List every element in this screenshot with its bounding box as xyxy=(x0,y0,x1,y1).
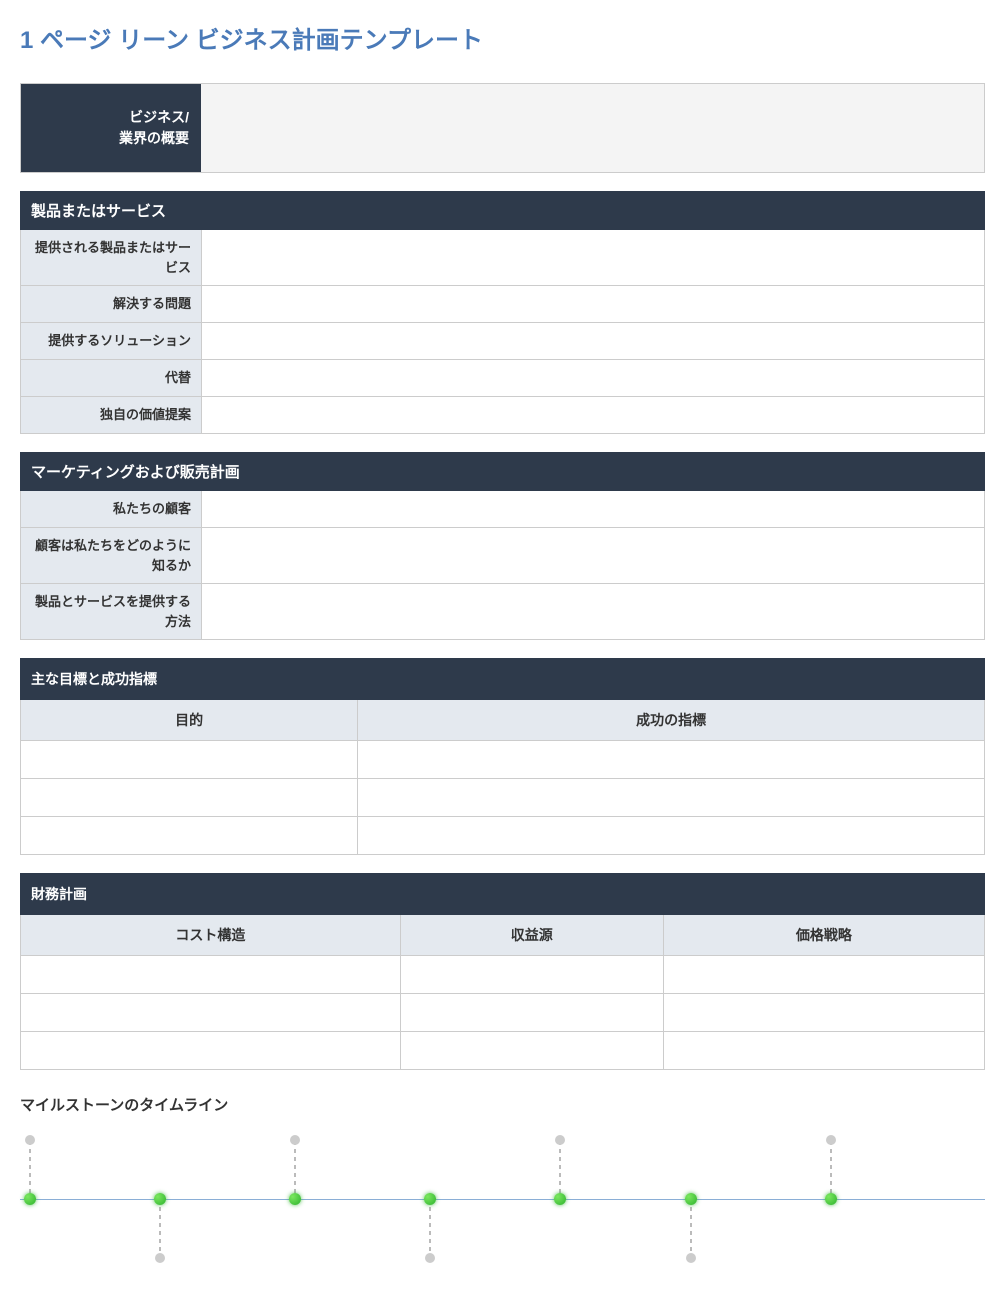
marketing-sales-row: 製品とサービスを提供する方法 xyxy=(20,584,985,640)
milestone-point-icon xyxy=(825,1193,837,1205)
product-service-row-label: 提供される製品またはサービス xyxy=(21,230,201,285)
milestone-end-dot xyxy=(25,1135,35,1145)
milestone-end-dot xyxy=(155,1253,165,1263)
product-service-row-label: 提供するソリューション xyxy=(21,323,201,359)
objectives-cell[interactable] xyxy=(358,741,985,779)
product-service-row: 解決する問題 xyxy=(20,286,985,323)
objectives-row xyxy=(21,741,985,779)
milestone-end-dot xyxy=(425,1253,435,1263)
milestone-end-dot xyxy=(555,1135,565,1145)
financial-row xyxy=(21,994,985,1032)
milestone-stem xyxy=(830,1141,832,1199)
milestone-stem xyxy=(429,1199,431,1257)
marketing-sales-section: マーケティングおよび販売計画 私たちの顧客顧客は私たちをどのように知るか製品とサ… xyxy=(20,452,985,640)
marketing-sales-row-value[interactable] xyxy=(201,528,984,583)
marketing-sales-row-label: 製品とサービスを提供する方法 xyxy=(21,584,201,639)
product-service-row-value[interactable] xyxy=(201,286,984,322)
product-service-header: 製品またはサービス xyxy=(20,191,985,230)
product-service-row: 提供するソリューション xyxy=(20,323,985,360)
financial-col-2: 価格戦略 xyxy=(663,915,984,956)
marketing-sales-row: 私たちの顧客 xyxy=(20,491,985,528)
objectives-row xyxy=(21,817,985,855)
marketing-sales-row-label: 顧客は私たちをどのように知るか xyxy=(21,528,201,583)
product-service-row-label: 代替 xyxy=(21,360,201,396)
financial-cell[interactable] xyxy=(663,994,984,1032)
financial-col-0: コスト構造 xyxy=(21,915,401,956)
financial-header: 財務計画 xyxy=(21,874,985,915)
product-service-row: 提供される製品またはサービス xyxy=(20,230,985,286)
objectives-cell[interactable] xyxy=(358,779,985,817)
financial-cell[interactable] xyxy=(400,994,663,1032)
overview-value[interactable] xyxy=(201,84,984,172)
financial-cell[interactable] xyxy=(400,956,663,994)
milestone-point-icon xyxy=(424,1193,436,1205)
marketing-sales-row-label: 私たちの顧客 xyxy=(21,491,201,527)
milestone-end-dot xyxy=(686,1253,696,1263)
product-service-row-value[interactable] xyxy=(201,360,984,396)
milestone-point-icon xyxy=(685,1193,697,1205)
product-service-row-value[interactable] xyxy=(201,323,984,359)
financial-cell[interactable] xyxy=(400,1032,663,1070)
product-service-section: 製品またはサービス 提供される製品またはサービス解決する問題提供するソリューショ… xyxy=(20,191,985,434)
financial-row xyxy=(21,956,985,994)
marketing-sales-row-value[interactable] xyxy=(201,491,984,527)
financial-cell[interactable] xyxy=(663,1032,984,1070)
product-service-row-value[interactable] xyxy=(201,397,984,433)
objectives-cell[interactable] xyxy=(21,779,358,817)
milestone-point-icon xyxy=(154,1193,166,1205)
financial-cell[interactable] xyxy=(21,956,401,994)
objectives-col-0: 目的 xyxy=(21,700,358,741)
marketing-sales-header: マーケティングおよび販売計画 xyxy=(20,452,985,491)
financial-col-1: 収益源 xyxy=(400,915,663,956)
objectives-header: 主な目標と成功指標 xyxy=(21,659,985,700)
milestone-end-dot xyxy=(826,1135,836,1145)
page-title: 1 ページ リーン ビジネス計画テンプレート xyxy=(20,20,985,55)
marketing-sales-row: 顧客は私たちをどのように知るか xyxy=(20,528,985,584)
objectives-cell[interactable] xyxy=(21,741,358,779)
overview-label: ビジネス/業界の概要 xyxy=(21,84,201,172)
product-service-row-label: 独自の価値提案 xyxy=(21,397,201,433)
milestone-point-icon xyxy=(554,1193,566,1205)
product-service-row: 代替 xyxy=(20,360,985,397)
milestone-stem xyxy=(29,1141,31,1199)
timeline-title: マイルストーンのタイムライン xyxy=(20,1094,985,1115)
milestone-stem xyxy=(559,1141,561,1199)
financial-row xyxy=(21,1032,985,1070)
milestone-stem xyxy=(690,1199,692,1257)
financial-cell[interactable] xyxy=(21,994,401,1032)
financial-section: 財務計画 コスト構造 収益源 価格戦略 xyxy=(20,873,985,1070)
overview-section: ビジネス/業界の概要 xyxy=(20,83,985,173)
objectives-cell[interactable] xyxy=(358,817,985,855)
product-service-row: 独自の価値提案 xyxy=(20,397,985,434)
product-service-row-value[interactable] xyxy=(201,230,984,285)
marketing-sales-row-value[interactable] xyxy=(201,584,984,639)
objectives-cell[interactable] xyxy=(21,817,358,855)
milestone-timeline xyxy=(20,1131,985,1271)
milestone-point-icon xyxy=(24,1193,36,1205)
objectives-row xyxy=(21,779,985,817)
milestone-point-icon xyxy=(289,1193,301,1205)
financial-cell[interactable] xyxy=(663,956,984,994)
milestone-stem xyxy=(159,1199,161,1257)
objectives-section: 主な目標と成功指標 目的 成功の指標 xyxy=(20,658,985,855)
milestone-end-dot xyxy=(290,1135,300,1145)
objectives-col-1: 成功の指標 xyxy=(358,700,985,741)
financial-cell[interactable] xyxy=(21,1032,401,1070)
product-service-row-label: 解決する問題 xyxy=(21,286,201,322)
milestone-stem xyxy=(294,1141,296,1199)
